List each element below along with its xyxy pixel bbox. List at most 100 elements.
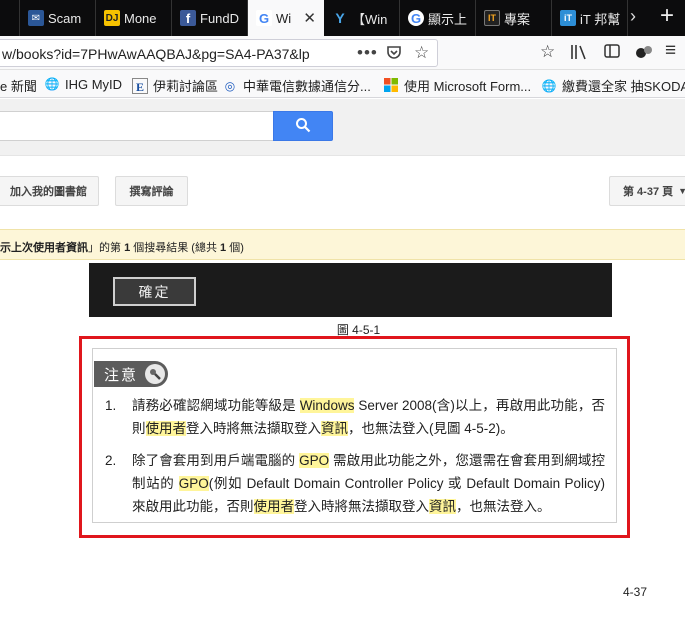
result-total: 1 bbox=[220, 242, 227, 254]
note-text: 請務必確認網域功能等級是 bbox=[132, 398, 300, 413]
globe-icon: 🌐 bbox=[541, 78, 557, 93]
navigation-bar: w/books?id=7PHwAwAAQBAJ&pg=SA4-PA37&lp •… bbox=[0, 36, 685, 70]
note-text: 登入時將無法擷取登入 bbox=[294, 499, 429, 514]
write-review-button[interactable]: 撰寫評論 bbox=[115, 176, 188, 206]
add-to-library-button[interactable]: 加入我的圖書館 bbox=[0, 176, 99, 206]
sidebar-icon[interactable] bbox=[604, 44, 620, 62]
tab-scam[interactable]: ✉ Scam bbox=[20, 0, 96, 36]
highlighted-term: Windows bbox=[299, 398, 355, 413]
ithelp-icon: iT bbox=[560, 10, 576, 26]
microsoft-icon bbox=[383, 77, 399, 94]
bookmark-ihg[interactable]: 🌐 IHG MyID bbox=[44, 76, 123, 92]
bookmark-eyny[interactable]: E 伊莉討論區 bbox=[132, 76, 218, 95]
tab-label: 【Win bbox=[352, 11, 388, 27]
bookmarks-toolbar: e 新聞 🌐 IHG MyID E 伊莉討論區 ◎ 中華電信數據通信分... 使… bbox=[0, 70, 685, 98]
bookmark-familymart[interactable]: 🌐 繳費還全家 抽SKODA... bbox=[541, 76, 685, 95]
books-search-header bbox=[0, 99, 685, 156]
highlighted-term: 使用者 bbox=[253, 499, 294, 514]
add-to-library-label: 加入我的圖書館 bbox=[10, 186, 87, 198]
scam-favicon-icon: ✉ bbox=[28, 10, 44, 26]
write-review-label: 撰寫評論 bbox=[129, 186, 174, 198]
close-tab-icon[interactable]: ✕ bbox=[303, 9, 316, 27]
result-text-b: 個搜尋結果 (總共 bbox=[133, 242, 217, 254]
chevron-right-icon[interactable]: › bbox=[630, 6, 636, 27]
highlighted-term: 使用者 bbox=[145, 421, 186, 436]
note-label: 注意 bbox=[104, 366, 139, 384]
bookmark-news[interactable]: e 新聞 bbox=[0, 76, 37, 95]
bookmark-msforms[interactable]: 使用 Microsoft Form... bbox=[383, 76, 531, 95]
note-text: 登入時將無法擷取登入 bbox=[186, 421, 321, 436]
book-toolbar: 加入我的圖書館 撰寫評論 第 4-37 頁 ▼ bbox=[0, 157, 685, 229]
result-text-c: 個) bbox=[229, 242, 244, 254]
more-actions-icon[interactable]: ••• bbox=[357, 43, 378, 63]
tab-google-search[interactable]: G 顯示上 bbox=[400, 0, 476, 36]
highlight-annotation-box: 注意 1. 請務必確認網域功能等級是 Windows Server 2008(含)… bbox=[79, 336, 630, 538]
tab-google-books-active[interactable]: G Wi ✕ bbox=[248, 0, 324, 36]
query-text: 示上次使用者資訊 bbox=[0, 242, 88, 254]
highlighted-term: GPO bbox=[178, 476, 209, 491]
tab-facebook[interactable]: f FundD bbox=[172, 0, 248, 36]
figure-confirm-button: 確定 bbox=[113, 277, 196, 306]
note-badge: 注意 bbox=[94, 361, 168, 387]
search-icon bbox=[295, 117, 311, 136]
cht-logo-icon: ◎ bbox=[224, 78, 236, 93]
tab-label: 專案 bbox=[504, 11, 531, 27]
globe-icon: 🌐 bbox=[44, 77, 60, 91]
dj-favicon-icon: DJ bbox=[104, 10, 120, 26]
book-search-input[interactable] bbox=[0, 111, 274, 141]
note-item-number: 2. bbox=[105, 453, 117, 468]
highlighted-term: GPO bbox=[299, 453, 330, 468]
tab-label: iT 邦幫 bbox=[580, 11, 621, 27]
highlighted-term: 資訊 bbox=[321, 421, 348, 436]
search-result-text: 示上次使用者資訊」的第 1 個搜尋結果 (總共 1 個) bbox=[0, 239, 244, 255]
ithome-icon: IT bbox=[484, 10, 500, 26]
note-text: ，也無法登入(見圖 4-5-2)。 bbox=[348, 421, 514, 436]
note-box: 注意 1. 請務必確認網域功能等級是 Windows Server 2008(含)… bbox=[92, 348, 617, 523]
note-icon bbox=[145, 364, 165, 384]
chevron-down-icon: ▼ bbox=[678, 186, 685, 196]
tab-ithome[interactable]: IT 專案 bbox=[476, 0, 552, 36]
library-icon[interactable] bbox=[570, 44, 588, 64]
new-tab-icon[interactable]: + bbox=[660, 2, 674, 30]
tab-ithelp[interactable]: iT iT 邦幫 bbox=[552, 0, 628, 36]
google-icon: G bbox=[408, 10, 424, 26]
bookmark-label: 中華電信數據通信分... bbox=[243, 79, 371, 94]
tab-label: FundD bbox=[200, 10, 240, 26]
tab-money[interactable]: DJ Mone bbox=[96, 0, 172, 36]
search-button[interactable] bbox=[273, 111, 333, 141]
eyny-icon: E bbox=[132, 77, 148, 94]
note-item: 2. 除了會套用到用戶端電腦的 GPO 需啟用此功能之外，您還需在會套用到網域控制… bbox=[105, 449, 605, 518]
tab-win[interactable]: Y 【Win bbox=[324, 0, 400, 36]
result-text-a: 」的第 bbox=[88, 242, 121, 254]
pocket-icon[interactable] bbox=[386, 44, 402, 64]
note-item: 1. 請務必確認網域功能等級是 Windows Server 2008(含)以上，… bbox=[105, 394, 605, 440]
tab-strip: ✉ Scam DJ Mone f FundD G Wi ✕ Y 【Win G 顯… bbox=[0, 0, 685, 36]
note-list: 1. 請務必確認網域功能等級是 Windows Server 2008(含)以上，… bbox=[105, 394, 605, 518]
tab-label: 顯示上 bbox=[428, 11, 468, 27]
bookmark-label: 使用 Microsoft Form... bbox=[404, 79, 532, 94]
extension-icon[interactable] bbox=[635, 44, 653, 64]
tab-partial[interactable] bbox=[0, 0, 20, 36]
menu-icon[interactable]: ≡ bbox=[665, 40, 676, 62]
bookmark-label: 繳費還全家 抽SKODA... bbox=[562, 79, 685, 94]
note-text: ，也無法登入。 bbox=[456, 499, 551, 514]
tab-label: Wi bbox=[276, 10, 292, 26]
wrench-favicon-icon: Y bbox=[335, 10, 345, 26]
search-result-bar: 示上次使用者資訊」的第 1 個搜尋結果 (總共 1 個) bbox=[0, 229, 685, 260]
bookmark-cht[interactable]: ◎ 中華電信數據通信分... bbox=[222, 76, 371, 95]
page-selector-dropdown[interactable]: 第 4-37 頁 ▼ bbox=[609, 176, 685, 206]
page-number: 4-37 bbox=[623, 585, 648, 599]
bookmark-star-icon[interactable]: ☆ bbox=[414, 43, 429, 63]
url-text[interactable]: w/books?id=7PHwAwAAQBAJ&pg=SA4-PA37&lp bbox=[2, 46, 347, 62]
bookmark-label: 伊莉討論區 bbox=[153, 79, 219, 94]
note-text: 除了會套用到用戶端電腦的 bbox=[132, 453, 300, 468]
result-count: 1 bbox=[124, 242, 131, 254]
tab-label: Scam bbox=[48, 10, 82, 26]
bookmark-label: e 新聞 bbox=[0, 79, 37, 94]
tab-label: Mone bbox=[124, 10, 157, 26]
url-bar[interactable]: w/books?id=7PHwAwAAQBAJ&pg=SA4-PA37&lp •… bbox=[0, 39, 438, 67]
google-icon: G bbox=[256, 10, 272, 26]
page-selector-label: 第 4-37 頁 bbox=[623, 186, 674, 198]
figure-screenshot: 確定 bbox=[89, 263, 612, 317]
star-outline-icon[interactable]: ☆ bbox=[540, 42, 555, 62]
